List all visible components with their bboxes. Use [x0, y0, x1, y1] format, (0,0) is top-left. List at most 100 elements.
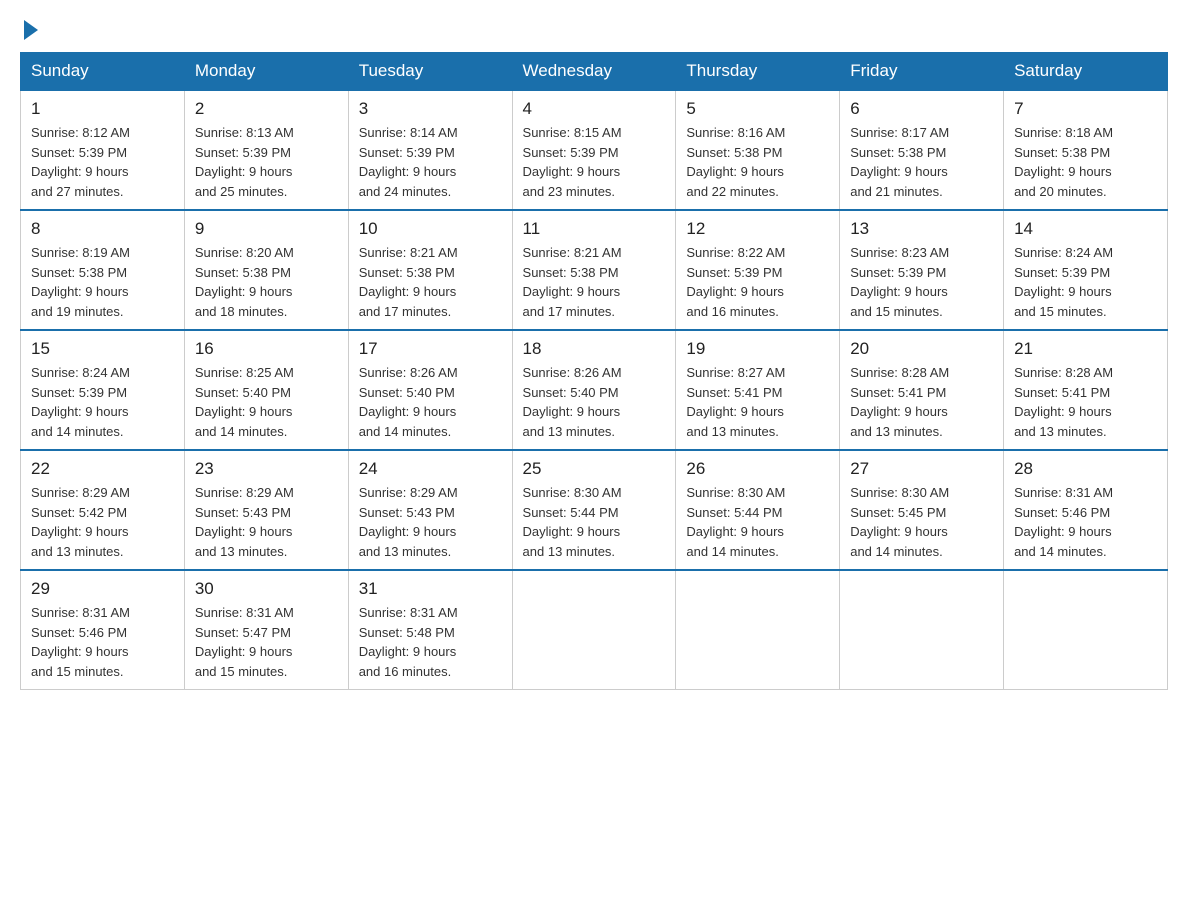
daylight-label: Daylight: 9 hours — [523, 404, 621, 419]
calendar-cell: 6 Sunrise: 8:17 AM Sunset: 5:38 PM Dayli… — [840, 90, 1004, 210]
daylight-minutes: and 21 minutes. — [850, 184, 943, 199]
day-number: 4 — [523, 99, 666, 119]
day-number: 26 — [686, 459, 829, 479]
day-info: Sunrise: 8:17 AM Sunset: 5:38 PM Dayligh… — [850, 123, 993, 201]
day-info: Sunrise: 8:26 AM Sunset: 5:40 PM Dayligh… — [523, 363, 666, 441]
day-number: 23 — [195, 459, 338, 479]
daylight-label: Daylight: 9 hours — [686, 524, 784, 539]
sunrise-label: Sunrise: 8:18 AM — [1014, 125, 1113, 140]
daylight-minutes: and 19 minutes. — [31, 304, 124, 319]
sunrise-label: Sunrise: 8:13 AM — [195, 125, 294, 140]
page-header — [20, 20, 1168, 42]
day-number: 10 — [359, 219, 502, 239]
sunset-label: Sunset: 5:41 PM — [1014, 385, 1110, 400]
day-number: 13 — [850, 219, 993, 239]
daylight-minutes: and 25 minutes. — [195, 184, 288, 199]
sunrise-label: Sunrise: 8:20 AM — [195, 245, 294, 260]
sunrise-label: Sunrise: 8:27 AM — [686, 365, 785, 380]
calendar-cell — [840, 570, 1004, 690]
daylight-label: Daylight: 9 hours — [1014, 524, 1112, 539]
sunrise-label: Sunrise: 8:16 AM — [686, 125, 785, 140]
sunset-label: Sunset: 5:40 PM — [359, 385, 455, 400]
day-number: 1 — [31, 99, 174, 119]
sunset-label: Sunset: 5:48 PM — [359, 625, 455, 640]
day-number: 29 — [31, 579, 174, 599]
daylight-label: Daylight: 9 hours — [359, 284, 457, 299]
header-row: SundayMondayTuesdayWednesdayThursdayFrid… — [21, 53, 1168, 91]
daylight-label: Daylight: 9 hours — [523, 284, 621, 299]
sunrise-label: Sunrise: 8:21 AM — [523, 245, 622, 260]
sunset-label: Sunset: 5:41 PM — [850, 385, 946, 400]
daylight-label: Daylight: 9 hours — [195, 404, 293, 419]
daylight-label: Daylight: 9 hours — [195, 524, 293, 539]
calendar-cell: 10 Sunrise: 8:21 AM Sunset: 5:38 PM Dayl… — [348, 210, 512, 330]
daylight-label: Daylight: 9 hours — [1014, 404, 1112, 419]
calendar-table: SundayMondayTuesdayWednesdayThursdayFrid… — [20, 52, 1168, 690]
sunset-label: Sunset: 5:44 PM — [686, 505, 782, 520]
sunrise-label: Sunrise: 8:29 AM — [195, 485, 294, 500]
daylight-minutes: and 15 minutes. — [1014, 304, 1107, 319]
daylight-minutes: and 17 minutes. — [359, 304, 452, 319]
sunrise-label: Sunrise: 8:28 AM — [1014, 365, 1113, 380]
day-info: Sunrise: 8:29 AM Sunset: 5:43 PM Dayligh… — [195, 483, 338, 561]
daylight-minutes: and 13 minutes. — [359, 544, 452, 559]
sunrise-label: Sunrise: 8:29 AM — [359, 485, 458, 500]
daylight-minutes: and 16 minutes. — [359, 664, 452, 679]
day-number: 11 — [523, 219, 666, 239]
sunrise-label: Sunrise: 8:30 AM — [850, 485, 949, 500]
sunset-label: Sunset: 5:38 PM — [359, 265, 455, 280]
sunrise-label: Sunrise: 8:15 AM — [523, 125, 622, 140]
day-info: Sunrise: 8:24 AM Sunset: 5:39 PM Dayligh… — [1014, 243, 1157, 321]
day-number: 18 — [523, 339, 666, 359]
day-info: Sunrise: 8:27 AM Sunset: 5:41 PM Dayligh… — [686, 363, 829, 441]
sunset-label: Sunset: 5:39 PM — [686, 265, 782, 280]
day-number: 8 — [31, 219, 174, 239]
daylight-minutes: and 13 minutes. — [31, 544, 124, 559]
daylight-label: Daylight: 9 hours — [850, 284, 948, 299]
daylight-minutes: and 13 minutes. — [686, 424, 779, 439]
sunset-label: Sunset: 5:39 PM — [850, 265, 946, 280]
day-info: Sunrise: 8:31 AM Sunset: 5:48 PM Dayligh… — [359, 603, 502, 681]
day-info: Sunrise: 8:13 AM Sunset: 5:39 PM Dayligh… — [195, 123, 338, 201]
sunset-label: Sunset: 5:45 PM — [850, 505, 946, 520]
sunset-label: Sunset: 5:38 PM — [31, 265, 127, 280]
sunrise-label: Sunrise: 8:29 AM — [31, 485, 130, 500]
day-number: 20 — [850, 339, 993, 359]
daylight-minutes: and 24 minutes. — [359, 184, 452, 199]
sunset-label: Sunset: 5:38 PM — [1014, 145, 1110, 160]
calendar-cell: 30 Sunrise: 8:31 AM Sunset: 5:47 PM Dayl… — [184, 570, 348, 690]
daylight-minutes: and 27 minutes. — [31, 184, 124, 199]
daylight-label: Daylight: 9 hours — [686, 284, 784, 299]
sunset-label: Sunset: 5:38 PM — [850, 145, 946, 160]
daylight-label: Daylight: 9 hours — [31, 644, 129, 659]
day-info: Sunrise: 8:30 AM Sunset: 5:44 PM Dayligh… — [523, 483, 666, 561]
day-number: 5 — [686, 99, 829, 119]
calendar-cell: 21 Sunrise: 8:28 AM Sunset: 5:41 PM Dayl… — [1004, 330, 1168, 450]
day-info: Sunrise: 8:30 AM Sunset: 5:45 PM Dayligh… — [850, 483, 993, 561]
sunrise-label: Sunrise: 8:24 AM — [31, 365, 130, 380]
daylight-label: Daylight: 9 hours — [523, 524, 621, 539]
sunset-label: Sunset: 5:39 PM — [1014, 265, 1110, 280]
daylight-minutes: and 13 minutes. — [523, 424, 616, 439]
sunrise-label: Sunrise: 8:26 AM — [523, 365, 622, 380]
daylight-minutes: and 14 minutes. — [1014, 544, 1107, 559]
header-sunday: Sunday — [21, 53, 185, 91]
sunrise-label: Sunrise: 8:23 AM — [850, 245, 949, 260]
daylight-minutes: and 17 minutes. — [523, 304, 616, 319]
day-number: 31 — [359, 579, 502, 599]
day-info: Sunrise: 8:21 AM Sunset: 5:38 PM Dayligh… — [359, 243, 502, 321]
daylight-label: Daylight: 9 hours — [31, 164, 129, 179]
daylight-label: Daylight: 9 hours — [850, 164, 948, 179]
sunrise-label: Sunrise: 8:12 AM — [31, 125, 130, 140]
sunset-label: Sunset: 5:38 PM — [195, 265, 291, 280]
calendar-cell: 29 Sunrise: 8:31 AM Sunset: 5:46 PM Dayl… — [21, 570, 185, 690]
daylight-label: Daylight: 9 hours — [850, 404, 948, 419]
sunset-label: Sunset: 5:40 PM — [523, 385, 619, 400]
day-number: 3 — [359, 99, 502, 119]
calendar-cell: 9 Sunrise: 8:20 AM Sunset: 5:38 PM Dayli… — [184, 210, 348, 330]
sunset-label: Sunset: 5:43 PM — [195, 505, 291, 520]
calendar-cell: 16 Sunrise: 8:25 AM Sunset: 5:40 PM Dayl… — [184, 330, 348, 450]
daylight-label: Daylight: 9 hours — [850, 524, 948, 539]
day-info: Sunrise: 8:24 AM Sunset: 5:39 PM Dayligh… — [31, 363, 174, 441]
daylight-minutes: and 15 minutes. — [195, 664, 288, 679]
